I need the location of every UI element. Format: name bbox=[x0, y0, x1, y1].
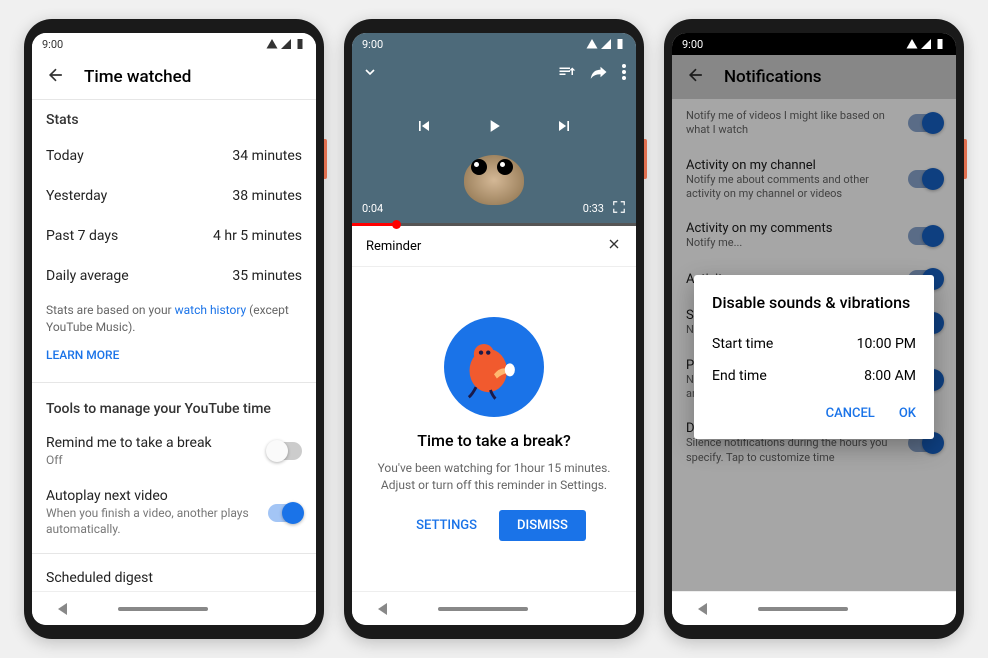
video-progress-bar[interactable] bbox=[352, 223, 636, 226]
phone-side-button bbox=[964, 139, 967, 179]
stats-note: Stats are based on your watch history (e… bbox=[32, 296, 316, 342]
android-nav-bar bbox=[352, 591, 636, 625]
phone-side-button bbox=[324, 139, 327, 179]
break-title: Time to take a break? bbox=[417, 431, 571, 450]
phone-3: 9:00 Notifications Notify me of videos I… bbox=[664, 19, 964, 639]
break-reminder-panel: Time to take a break? You've been watchi… bbox=[352, 267, 636, 591]
remind-break-setting[interactable]: Remind me to take a breakOff bbox=[32, 425, 316, 479]
page-header: Time watched bbox=[32, 55, 316, 100]
stat-row: Daily average35 minutes bbox=[32, 256, 316, 296]
nav-home-icon[interactable] bbox=[758, 607, 848, 611]
status-time: 9:00 bbox=[362, 38, 383, 51]
break-illustration bbox=[444, 317, 544, 417]
stat-row: Today34 minutes bbox=[32, 136, 316, 176]
disable-sounds-dialog: Disable sounds & vibrations Start time10… bbox=[694, 275, 934, 439]
share-icon[interactable] bbox=[590, 63, 608, 85]
autoplay-setting[interactable]: Autoplay next videoWhen you finish a vid… bbox=[32, 478, 316, 547]
reminder-label: Reminder bbox=[366, 239, 421, 254]
ok-button[interactable]: OK bbox=[899, 406, 916, 421]
scheduled-digest-setting[interactable]: Scheduled digest bbox=[32, 560, 316, 586]
status-icons bbox=[906, 38, 946, 50]
more-icon[interactable] bbox=[622, 64, 626, 84]
android-nav-bar bbox=[672, 591, 956, 625]
video-time-total: 0:33 bbox=[583, 202, 604, 215]
phone-1: 9:00 Time watched Stats Today34 minutes … bbox=[24, 19, 324, 639]
tools-section-title: Tools to manage your YouTube time bbox=[32, 389, 316, 425]
divider bbox=[32, 382, 316, 383]
dialog-title: Disable sounds & vibrations bbox=[712, 293, 916, 312]
remind-toggle[interactable] bbox=[268, 442, 302, 460]
play-icon[interactable] bbox=[484, 116, 504, 140]
reminder-bar: Reminder bbox=[352, 226, 636, 267]
close-icon[interactable] bbox=[606, 236, 622, 256]
nav-back-icon[interactable] bbox=[58, 603, 67, 615]
nav-home-icon[interactable] bbox=[438, 607, 528, 611]
status-bar: 9:00 bbox=[32, 33, 316, 55]
status-icons bbox=[586, 38, 626, 50]
status-time: 9:00 bbox=[682, 38, 703, 51]
fullscreen-icon[interactable] bbox=[612, 200, 626, 217]
break-subtitle: You've been watching for 1hour 15 minute… bbox=[378, 460, 611, 494]
collapse-icon[interactable] bbox=[362, 64, 378, 84]
video-time-current: 0:04 bbox=[362, 202, 383, 215]
stat-row: Past 7 days4 hr 5 minutes bbox=[32, 216, 316, 256]
start-time-row[interactable]: Start time10:00 PM bbox=[712, 328, 916, 360]
page-title: Time watched bbox=[84, 67, 191, 87]
end-time-row[interactable]: End time8:00 AM bbox=[712, 360, 916, 392]
stats-section-title: Stats bbox=[32, 100, 316, 136]
autoplay-toggle[interactable] bbox=[268, 504, 302, 522]
phone-2: 9:00 bbox=[344, 19, 644, 639]
cancel-button[interactable]: CANCEL bbox=[826, 406, 875, 421]
status-bar: 9:00 bbox=[672, 33, 956, 55]
video-player[interactable]: 0:04 0:33 bbox=[352, 33, 636, 223]
stat-row: Yesterday38 minutes bbox=[32, 176, 316, 216]
playlist-add-icon[interactable] bbox=[558, 63, 576, 85]
settings-button[interactable]: SETTINGS bbox=[402, 510, 491, 541]
video-thumbnail bbox=[449, 135, 539, 205]
next-icon[interactable] bbox=[554, 116, 574, 140]
nav-home-icon[interactable] bbox=[118, 607, 208, 611]
watch-history-link[interactable]: watch history bbox=[175, 303, 247, 317]
nav-back-icon[interactable] bbox=[698, 603, 707, 615]
status-time: 9:00 bbox=[42, 38, 63, 51]
back-icon[interactable] bbox=[46, 65, 66, 89]
status-icons bbox=[266, 38, 306, 50]
status-bar: 9:00 bbox=[352, 33, 636, 55]
android-nav-bar bbox=[32, 591, 316, 625]
phone-side-button bbox=[644, 139, 647, 179]
prev-icon[interactable] bbox=[414, 116, 434, 140]
nav-back-icon[interactable] bbox=[378, 603, 387, 615]
dismiss-button[interactable]: DISMISS bbox=[499, 510, 586, 541]
learn-more-link[interactable]: LEARN MORE bbox=[32, 342, 316, 376]
divider bbox=[32, 553, 316, 554]
